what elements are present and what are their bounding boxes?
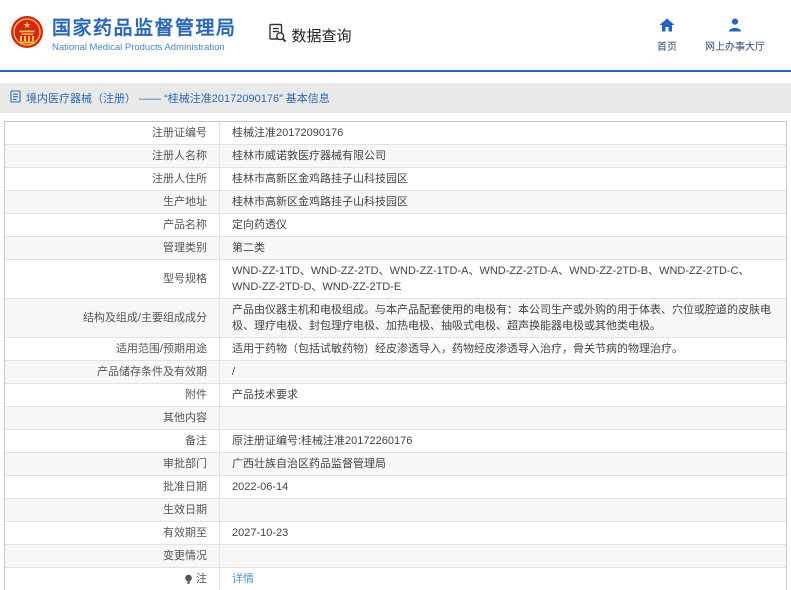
row-label: 管理类别 bbox=[5, 237, 220, 259]
menu-data-query[interactable]: 数据查询 bbox=[267, 23, 352, 47]
row-label-text: 有效期至 bbox=[163, 527, 207, 539]
table-row: 变更情况 bbox=[5, 545, 786, 568]
row-label-text: 适用范围/预期用途 bbox=[115, 343, 207, 355]
row-value bbox=[220, 499, 786, 521]
row-label-text: 其他内容 bbox=[163, 412, 207, 424]
row-label: 注册人住所 bbox=[5, 168, 220, 190]
row-label-text: 管理类别 bbox=[163, 242, 207, 254]
table-row: 注册人名称 桂林市威诺敦医疗器械有限公司 bbox=[5, 145, 786, 168]
row-label: 适用范围/预期用途 bbox=[5, 338, 220, 360]
table-row: 有效期至 2027-10-23 bbox=[5, 522, 786, 545]
row-label-text: 型号规格 bbox=[163, 273, 207, 285]
row-label: 有效期至 bbox=[5, 522, 220, 544]
row-value: / bbox=[232, 366, 236, 378]
row-value: 桂林市高新区金鸡路挂子山科技园区 bbox=[232, 196, 408, 208]
data-query-label: 数据查询 bbox=[291, 27, 352, 45]
info-table: 注册证编号 桂械注准20172090176 注册人名称 桂林市威诺敦医疗器械有限… bbox=[4, 121, 787, 590]
row-value: 适用于药物（包括试敏药物）经皮渗透导入，药物经皮渗透导入治疗，骨关节病的物理治疗… bbox=[232, 343, 683, 355]
table-row: 备注 原注册证编号:桂械注准20172260176 bbox=[5, 430, 786, 453]
row-label-text: 变更情况 bbox=[163, 550, 207, 562]
row-label-text: 注册人住所 bbox=[152, 173, 207, 185]
table-row: 其他内容 bbox=[5, 407, 786, 430]
person-icon bbox=[727, 18, 743, 35]
row-value: 定向药透仪 bbox=[232, 219, 287, 231]
row-label: 审批部门 bbox=[5, 453, 220, 475]
page-header: 国家药品监督管理局 National Medical Products Admi… bbox=[0, 0, 791, 70]
org-title: 国家药品监督管理局 bbox=[52, 17, 237, 39]
row-label-text: 生产地址 bbox=[163, 196, 207, 208]
table-row: 审批部门 广西壮族自治区药品监督管理局 bbox=[5, 453, 786, 476]
top-nav: 首页 网上办事大厅 bbox=[657, 18, 771, 53]
row-label-text: 注册证编号 bbox=[152, 127, 207, 139]
row-label: 注册证编号 bbox=[5, 122, 220, 144]
row-value: 桂林市高新区金鸡路挂子山科技园区 bbox=[232, 173, 408, 185]
table-row: 产品储存条件及有效期 / bbox=[5, 361, 786, 384]
nav-service-hall-label: 网上办事大厅 bbox=[705, 41, 765, 53]
row-value: 桂林市威诺敦医疗器械有限公司 bbox=[232, 150, 386, 162]
row-label: 变更情况 bbox=[5, 545, 220, 567]
header-divider bbox=[0, 70, 791, 72]
note-detail-link[interactable]: 详情 bbox=[232, 571, 254, 587]
row-label: 注册人名称 bbox=[5, 145, 220, 167]
row-value bbox=[220, 407, 786, 429]
table-row: 结构及组成/主要组成成分 产品由仪器主机和电极组成。与本产品配套使用的电极有：本… bbox=[5, 299, 786, 338]
table-row: 批准日期 2022-06-14 bbox=[5, 476, 786, 499]
nav-home[interactable]: 首页 bbox=[657, 18, 677, 53]
row-label: 生产地址 bbox=[5, 191, 220, 213]
table-row: 适用范围/预期用途 适用于药物（包括试敏药物）经皮渗透导入，药物经皮渗透导入治疗… bbox=[5, 338, 786, 361]
row-value: 产品技术要求 bbox=[232, 389, 298, 401]
table-row: 型号规格 WND-ZZ-1TD、WND-ZZ-2TD、WND-ZZ-1TD-A、… bbox=[5, 260, 786, 299]
row-label: 备注 bbox=[5, 430, 220, 452]
data-query-icon bbox=[267, 23, 287, 47]
nav-service-hall[interactable]: 网上办事大厅 bbox=[705, 18, 765, 53]
row-value: 详情 bbox=[220, 568, 786, 590]
row-label: 批准日期 bbox=[5, 476, 220, 498]
row-label-text: 产品储存条件及有效期 bbox=[97, 366, 207, 378]
row-value: 2027-10-23 bbox=[232, 527, 289, 539]
row-value bbox=[220, 545, 786, 567]
row-value: 原注册证编号:桂械注准20172260176 bbox=[232, 435, 413, 447]
row-label: 产品储存条件及有效期 bbox=[5, 361, 220, 383]
row-label-text: 产品名称 bbox=[163, 219, 207, 231]
table-row: 附件 产品技术要求 bbox=[5, 384, 786, 407]
table-row: 注册证编号 桂械注准20172090176 bbox=[5, 122, 786, 145]
table-row: 管理类别 第二类 bbox=[5, 237, 786, 260]
bulb-icon bbox=[184, 574, 193, 585]
row-label-text: 附件 bbox=[185, 389, 207, 401]
row-label-text: 生效日期 bbox=[163, 504, 207, 516]
table-row: 生效日期 bbox=[5, 499, 786, 522]
table-row: 注册人住所 桂林市高新区金鸡路挂子山科技园区 bbox=[5, 168, 786, 191]
row-label-text: 注 bbox=[196, 573, 207, 585]
row-label-text: 批准日期 bbox=[163, 481, 207, 493]
row-value: 桂械注准20172090176 bbox=[232, 127, 344, 139]
breadcrumb-text: 境内医疗器械（注册） —— “桂械注准20172090176” 基本信息 bbox=[26, 93, 330, 105]
row-label: 型号规格 bbox=[5, 260, 220, 298]
row-value: 产品由仪器主机和电极组成。与本产品配套使用的电极有：本公司生产或外购的用于体表、… bbox=[232, 304, 771, 332]
nmpa-logo: 国家药品监督管理局 National Medical Products Admi… bbox=[10, 14, 237, 57]
row-label-text: 审批部门 bbox=[163, 458, 207, 470]
row-label: 产品名称 bbox=[5, 214, 220, 236]
row-value: 2022-06-14 bbox=[232, 481, 289, 493]
table-row: 注 详情 bbox=[5, 568, 786, 590]
row-label-text: 结构及组成/主要组成成分 bbox=[82, 312, 207, 324]
row-value: WND-ZZ-1TD、WND-ZZ-2TD、WND-ZZ-1TD-A、WND-Z… bbox=[232, 265, 750, 293]
row-label-text: 注册人名称 bbox=[152, 150, 207, 162]
document-icon bbox=[10, 90, 21, 106]
national-emblem-icon bbox=[10, 14, 44, 57]
breadcrumb: 境内医疗器械（注册） —— “桂械注准20172090176” 基本信息 bbox=[0, 83, 791, 113]
row-value: 第二类 bbox=[232, 242, 265, 254]
table-row: 产品名称 定向药透仪 bbox=[5, 214, 786, 237]
org-title-english: National Medical Products Administration bbox=[52, 41, 225, 53]
row-label: 生效日期 bbox=[5, 499, 220, 521]
row-value: 广西壮族自治区药品监督管理局 bbox=[232, 458, 386, 470]
row-label: 注 bbox=[5, 568, 220, 590]
row-label-text: 备注 bbox=[185, 435, 207, 447]
nav-home-label: 首页 bbox=[657, 41, 677, 53]
row-label: 其他内容 bbox=[5, 407, 220, 429]
row-label: 结构及组成/主要组成成分 bbox=[5, 299, 220, 337]
row-label: 附件 bbox=[5, 384, 220, 406]
home-icon bbox=[659, 18, 675, 35]
table-row: 生产地址 桂林市高新区金鸡路挂子山科技园区 bbox=[5, 191, 786, 214]
